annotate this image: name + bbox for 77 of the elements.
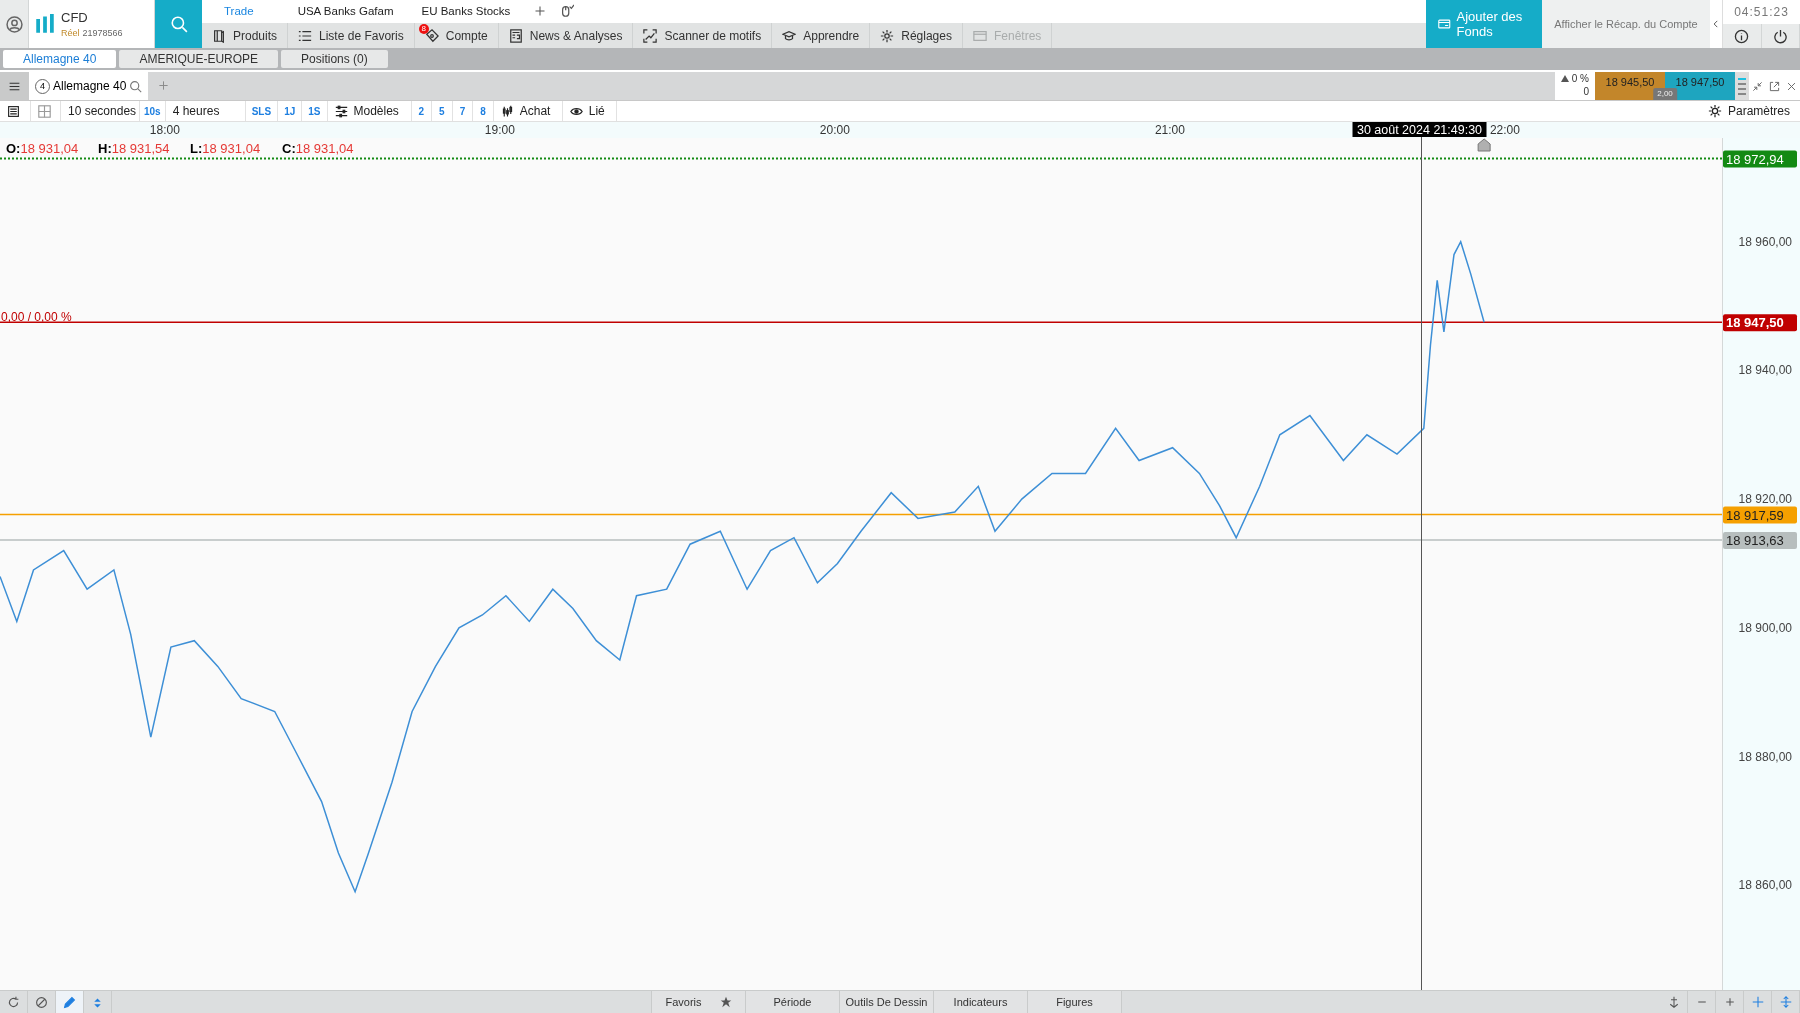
bottom-tab[interactable]: Figures	[1028, 991, 1122, 1013]
price-axis-label: 18 960,00	[1738, 234, 1792, 249]
pattern-scanner-icon	[643, 28, 658, 43]
layout-grid-icon[interactable]	[38, 104, 51, 118]
document-icon	[212, 28, 226, 43]
panel-icon[interactable]	[7, 104, 20, 118]
ref-line-label: 18 913,63	[1726, 533, 1784, 549]
graduation-cap-icon	[782, 28, 797, 43]
workspace-tab[interactable]: USA Banks Gafam	[283, 0, 408, 23]
close-icon[interactable]	[1786, 80, 1797, 92]
ref-line-label: 18 917,59	[1726, 507, 1784, 523]
time-axis-label: 18:00	[149, 123, 180, 137]
layout-tab[interactable]: AMERIQUE-EUROPE	[119, 50, 279, 68]
refresh-icon[interactable]	[7, 995, 20, 1009]
workspace-tab[interactable]: Trade	[202, 0, 284, 23]
pop-out-icon[interactable]	[1769, 80, 1780, 92]
up-triangle-icon	[1560, 75, 1569, 82]
up-down-arrows-icon[interactable]	[91, 995, 104, 1009]
zoom-in-icon[interactable]	[1723, 996, 1736, 1008]
user-icon[interactable]	[5, 15, 23, 33]
price-tag: 18 947,50	[1723, 314, 1797, 332]
price-axis-label: 18 940,00	[1738, 363, 1792, 378]
price-tag: 18 913,63	[1723, 532, 1797, 550]
time-axis-label: 21:00	[1154, 123, 1185, 137]
power-icon[interactable]	[1772, 28, 1788, 44]
price-axis-label: 18 900,00	[1738, 620, 1792, 635]
gear-icon	[1707, 104, 1722, 118]
layout-tab[interactable]: Allemagne 40	[3, 50, 117, 68]
search-icon	[169, 15, 188, 33]
time-axis-label: 22:00	[1489, 123, 1520, 137]
pencil-icon[interactable]	[63, 995, 76, 1009]
info-icon[interactable]	[1734, 28, 1750, 44]
tab-title: Allemagne 40	[53, 78, 127, 95]
mouse-icon[interactable]	[560, 4, 575, 18]
sliders-icon	[334, 104, 348, 118]
tag-icon	[424, 28, 439, 43]
chevron-left-icon[interactable]	[1711, 19, 1721, 29]
chart-tab[interactable]: 4 Allemagne 40	[29, 72, 149, 100]
workspace-tab[interactable]: EU Banks Stocks	[407, 0, 525, 23]
search-icon[interactable]	[129, 79, 143, 93]
crosshair-time-label: 30 août 2024 21:49:30	[1352, 122, 1487, 137]
fit-vertical-icon[interactable]	[1779, 996, 1792, 1008]
price-axis-label: 18 880,00	[1738, 749, 1792, 764]
newspaper-icon	[508, 28, 523, 43]
candlestick-icon	[500, 104, 514, 118]
bottom-tab[interactable]: Période	[746, 991, 840, 1013]
collapse-icon[interactable]	[1752, 80, 1763, 92]
time-axis-label: 19:00	[484, 123, 515, 137]
clock: 04:51:23	[1733, 4, 1790, 21]
product-name: CFD	[61, 8, 89, 27]
price-change: 0 %	[1571, 72, 1589, 85]
window-icon	[972, 28, 987, 43]
spread: 2,00	[1653, 88, 1677, 100]
ref-line-label: 18 947,50	[1726, 315, 1784, 331]
bottom-tab[interactable]: Indicateurs	[934, 991, 1028, 1013]
list-icon	[298, 28, 313, 43]
ohlc-value: H:18 931,54	[98, 141, 170, 156]
price-axis-label: 18 920,00	[1738, 492, 1792, 507]
account-number: 21978566	[82, 27, 123, 40]
bottom-tab[interactable]: Outils De Dessin	[840, 991, 934, 1013]
bottom-tab[interactable]: Favoris	[651, 991, 746, 1013]
plus-icon[interactable]	[534, 5, 547, 17]
account-type: Réel	[61, 27, 80, 40]
bars-logo-icon	[35, 14, 55, 34]
time-axis-label: 20:00	[819, 123, 850, 137]
trade-count: 0	[1583, 85, 1589, 98]
ohlc-value: L:18 931,04	[190, 141, 261, 156]
price-axis-label: 18 860,00	[1738, 878, 1792, 893]
change-label: 0,00 / 0,00 %	[1, 310, 72, 325]
prohibited-icon[interactable]	[35, 995, 48, 1009]
ref-line-label: 18 972,94	[1726, 151, 1784, 167]
account-summary-link[interactable]: Afficher le Récap. du Compte	[1542, 0, 1710, 48]
ohlc-value: O:18 931,04	[6, 141, 79, 156]
notification-badge: 8	[418, 24, 429, 34]
layout-tab[interactable]: Positions (0)	[281, 50, 388, 68]
gear-icon	[880, 28, 895, 43]
ohlc-value: C:18 931,04	[282, 141, 354, 156]
